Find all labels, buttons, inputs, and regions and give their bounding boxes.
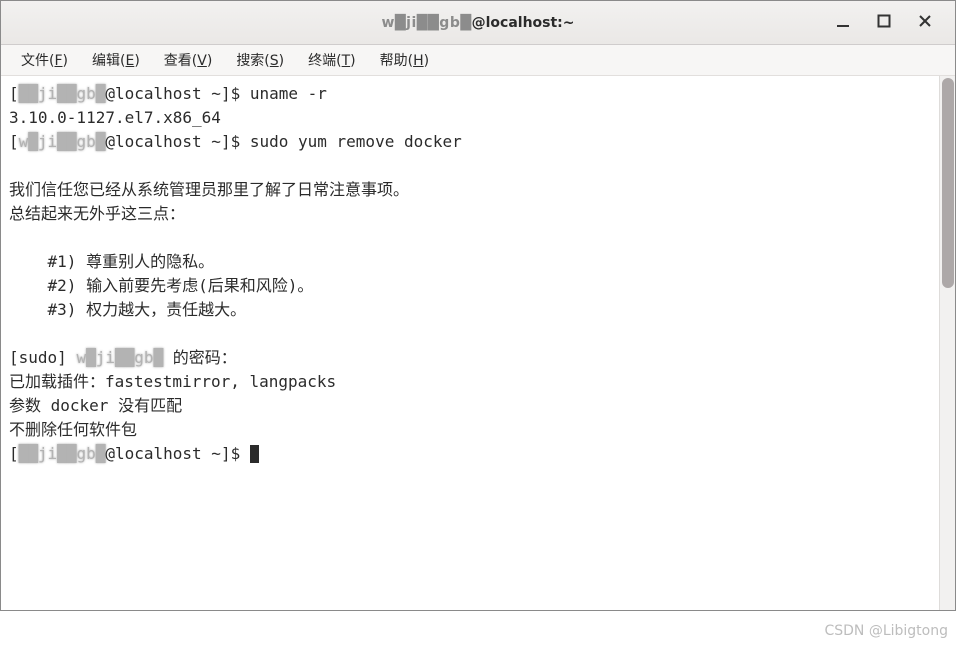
scrollbar[interactable] (939, 76, 955, 610)
titlebar[interactable]: w█ji██gb█@localhost:~ (1, 1, 955, 45)
minimize-icon (836, 13, 850, 32)
watermark: CSDN @Libigtong (824, 623, 948, 639)
close-button[interactable] (917, 15, 933, 31)
menu-view[interactable]: 查看(V) (152, 46, 225, 74)
minimize-button[interactable] (835, 15, 851, 31)
terminal-area: [██ji██gb█@localhost ~]$ uname -r 3.10.0… (1, 76, 955, 610)
menu-terminal[interactable]: 终端(T) (296, 46, 368, 74)
terminal-window: w█ji██gb█@localhost:~ 文件(F) 编辑(E) 查看(V) … (0, 0, 956, 611)
close-icon (918, 13, 932, 32)
maximize-icon (877, 13, 891, 32)
menu-help[interactable]: 帮助(H) (368, 46, 441, 74)
scrollbar-thumb[interactable] (942, 78, 954, 288)
menu-edit[interactable]: 编辑(E) (80, 46, 152, 74)
menu-file[interactable]: 文件(F) (9, 46, 80, 74)
menubar: 文件(F) 编辑(E) 查看(V) 搜索(S) 终端(T) 帮助(H) (1, 45, 955, 76)
maximize-button[interactable] (876, 15, 892, 31)
window-title: w█ji██gb█@localhost:~ (1, 15, 955, 31)
window-controls (835, 15, 955, 31)
terminal-cursor (250, 445, 259, 463)
terminal-output[interactable]: [██ji██gb█@localhost ~]$ uname -r 3.10.0… (1, 76, 939, 610)
menu-search[interactable]: 搜索(S) (224, 46, 296, 74)
